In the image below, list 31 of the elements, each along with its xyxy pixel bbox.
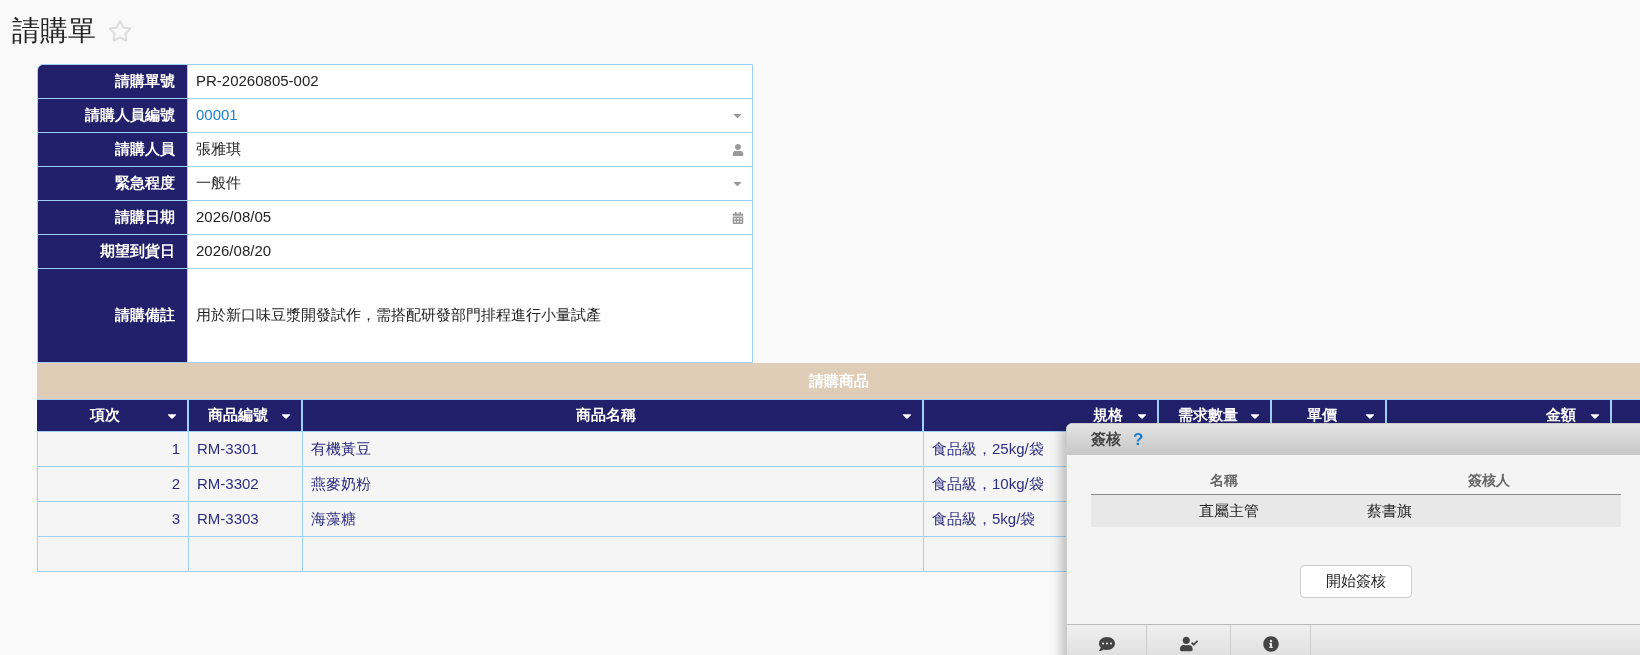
table-cell: 海藻糖 [303,502,924,537]
table-cell: 有機黃豆 [303,432,924,467]
field-label: 請購備註 [38,269,188,362]
field-label: 請購單號 [38,65,188,98]
start-approval-button[interactable]: 開始簽核 [1300,565,1412,598]
table-cell: 蔡書旗 [1367,501,1412,519]
input-field[interactable]: 00001 [188,99,752,132]
column-header: 簽核人 [1467,471,1510,490]
panel-title: 簽核 [1091,429,1121,450]
table-cell: 2 [37,467,189,502]
table-cell: 1 [37,432,189,467]
field-label: 請購日期 [38,201,188,234]
input-field[interactable]: 2026/08/20 [188,235,752,268]
section-header: 請購商品 [37,363,1640,399]
field-label: 期望到貨日 [38,235,188,268]
column-header: 名稱 [1209,471,1238,490]
table-cell-text: 直屬主管 [1199,500,1259,521]
field-label: 請購人員編號 [38,99,188,132]
table-cell: 3 [37,502,189,537]
input-field[interactable]: 張雅琪 [188,133,752,166]
table-cell: RM-3302 [189,467,303,502]
table-cell: 燕麥奶粉 [303,467,924,502]
table-cell: RM-3303 [189,502,303,537]
input-field[interactable]: 2026/08/05 [188,201,752,234]
input-field[interactable]: PR-20260805-002 [188,65,752,98]
page-title: 請購單 [12,14,96,48]
input-field[interactable]: 一般件 [188,167,752,200]
table-cell: RM-3301 [189,432,303,467]
field-label: 請購人員 [38,133,188,166]
input-field[interactable]: 用於新口味豆漿開發試作，需搭配研發部門排程進行小量試產 [188,269,752,362]
field-label: 緊急程度 [38,167,188,200]
